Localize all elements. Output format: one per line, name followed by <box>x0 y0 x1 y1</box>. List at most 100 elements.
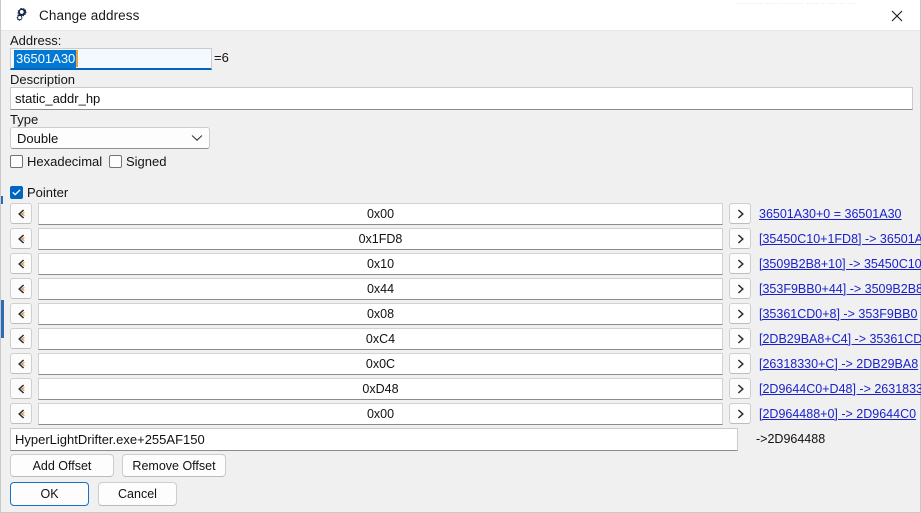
address-input[interactable]: 36501A30 <box>10 48 212 70</box>
offset-input[interactable]: 0xC4 <box>38 328 723 350</box>
offset-increase-button[interactable] <box>729 228 751 249</box>
offset-increase-button[interactable] <box>729 328 751 349</box>
base-address-resolved: ->2D964488 <box>756 432 825 446</box>
offset-input[interactable]: 0x1FD8 <box>38 228 723 250</box>
offset-resolution-link[interactable]: 36501A30+0 = 36501A30 <box>759 207 902 221</box>
offset-decrease-button[interactable] <box>10 228 32 249</box>
offset-increase-button[interactable] <box>729 403 751 424</box>
offset-decrease-button[interactable] <box>10 403 32 424</box>
text-caret <box>76 50 78 67</box>
offset-decrease-button[interactable] <box>10 253 32 274</box>
address-label: Address: <box>10 33 61 49</box>
chevron-right-icon <box>736 309 745 319</box>
signed-checkbox[interactable]: Signed <box>109 154 166 169</box>
chevron-down-icon <box>191 134 203 142</box>
offset-resolution-link[interactable]: [353F9BB0+44] -> 3509B2B8 <box>759 282 921 296</box>
offset-resolution-link[interactable]: [2D9644C0+D48] -> 26318330 <box>759 382 921 396</box>
offset-input[interactable]: 0x0C <box>38 353 723 375</box>
offset-rows-list: 0x00 36501A30+0 = 36501A30 0x1FD8 [35450C10… <box>1 201 921 426</box>
offset-input-value: 0x00 <box>367 207 394 221</box>
offset-input[interactable]: 0x08 <box>38 303 723 325</box>
offset-decrease-button[interactable] <box>10 378 32 399</box>
offset-row: 0xC4 [2DB29BA8+C4] -> 35361CD0 <box>1 326 921 351</box>
chevron-right-icon <box>736 209 745 219</box>
close-icon <box>891 10 903 22</box>
offset-increase-button[interactable] <box>729 303 751 324</box>
checkbox-box <box>109 155 122 168</box>
add-offset-button[interactable]: Add Offset <box>10 454 114 477</box>
description-input-value: static_addr_hp <box>15 91 100 106</box>
chevron-left-icon <box>17 334 26 344</box>
hexadecimal-checkbox[interactable]: Hexadecimal <box>10 154 102 169</box>
signed-checkbox-label: Signed <box>126 154 166 169</box>
offset-input[interactable]: 0xD48 <box>38 378 723 400</box>
type-dropdown-value: Double <box>17 131 58 146</box>
chevron-left-icon <box>17 209 26 219</box>
chevron-right-icon <box>736 284 745 294</box>
chevron-right-icon <box>736 409 745 419</box>
close-button[interactable] <box>874 0 920 31</box>
offset-decrease-button[interactable] <box>10 353 32 374</box>
chevron-left-icon <box>17 384 26 394</box>
pointer-checkbox[interactable]: Pointer <box>10 185 68 200</box>
chevron-left-icon <box>17 409 26 419</box>
offset-decrease-button[interactable] <box>10 278 32 299</box>
checkbox-box <box>10 155 23 168</box>
base-address-input-value: HyperLightDrifter.exe+255AF150 <box>15 432 205 447</box>
offset-resolution-link[interactable]: [2DB29BA8+C4] -> 35361CD0 <box>759 332 921 346</box>
offset-input-value: 0xD48 <box>362 382 398 396</box>
offset-input-value: 0xC4 <box>366 332 395 346</box>
offset-row: 0x08 [35361CD0+8] -> 353F9BB0 <box>1 301 921 326</box>
offset-increase-button[interactable] <box>729 253 751 274</box>
checkbox-box-checked <box>10 186 23 199</box>
offset-input[interactable]: 0x00 <box>38 403 723 425</box>
remove-offset-button[interactable]: Remove Offset <box>122 454 226 477</box>
offset-increase-button[interactable] <box>729 378 751 399</box>
offset-resolution-link[interactable]: [2D964488+0] -> 2D9644C0 <box>759 407 916 421</box>
offset-input[interactable]: 0x00 <box>38 203 723 225</box>
chevron-right-icon <box>736 359 745 369</box>
chevron-right-icon <box>736 259 745 269</box>
offset-resolution-link[interactable]: [35361CD0+8] -> 353F9BB0 <box>759 307 917 321</box>
chevron-left-icon <box>17 234 26 244</box>
offset-decrease-button[interactable] <box>10 303 32 324</box>
chevron-left-icon <box>17 309 26 319</box>
offset-input-value: 0x08 <box>367 307 394 321</box>
offset-input[interactable]: 0x44 <box>38 278 723 300</box>
offset-resolution-link[interactable]: [3509B2B8+10] -> 35450C10 <box>759 257 921 271</box>
cheat-engine-icon <box>12 6 30 24</box>
chevron-left-icon <box>17 259 26 269</box>
offset-row: 0x10 [3509B2B8+10] -> 35450C10 <box>1 251 921 276</box>
chevron-right-icon <box>736 234 745 244</box>
offset-increase-button[interactable] <box>729 278 751 299</box>
offset-input[interactable]: 0x10 <box>38 253 723 275</box>
description-input[interactable]: static_addr_hp <box>10 87 913 110</box>
offset-input-value: 0x00 <box>367 407 394 421</box>
cancel-button[interactable]: Cancel <box>98 482 177 506</box>
offset-decrease-button[interactable] <box>10 203 32 224</box>
base-address-input[interactable]: HyperLightDrifter.exe+255AF150 <box>10 428 738 451</box>
ok-button[interactable]: OK <box>10 482 89 506</box>
chevron-right-icon <box>736 334 745 344</box>
address-result-value: =6 <box>214 50 229 65</box>
chevron-left-icon <box>17 359 26 369</box>
offset-resolution-link[interactable]: [35450C10+1FD8] -> 36501A30 <box>759 232 921 246</box>
hexadecimal-checkbox-label: Hexadecimal <box>27 154 102 169</box>
offset-row: 0x00 [2D964488+0] -> 2D9644C0 <box>1 401 921 426</box>
offset-increase-button[interactable] <box>729 203 751 224</box>
offset-row: 0x44 [353F9BB0+44] -> 3509B2B8 <box>1 276 921 301</box>
offset-decrease-button[interactable] <box>10 328 32 349</box>
offset-increase-button[interactable] <box>729 353 751 374</box>
type-label: Type <box>10 112 38 128</box>
background-window-ghost-text: ............ ...... ......... ..... .. .… <box>736 0 856 5</box>
offset-input-value: 0x0C <box>366 357 395 371</box>
chevron-left-icon <box>17 284 26 294</box>
chevron-right-icon <box>736 384 745 394</box>
offset-resolution-link[interactable]: [26318330+C] -> 2DB29BA8 <box>759 357 918 371</box>
offset-row: 0x1FD8 [35450C10+1FD8] -> 36501A30 <box>1 226 921 251</box>
change-address-dialog: ............ ...... ......... ..... .. .… <box>0 0 921 513</box>
offset-input-value: 0x44 <box>367 282 394 296</box>
type-dropdown[interactable]: Double <box>10 127 210 149</box>
title-bar: ............ ...... ......... ..... .. .… <box>1 0 920 31</box>
offset-row: 0x00 36501A30+0 = 36501A30 <box>1 201 921 226</box>
